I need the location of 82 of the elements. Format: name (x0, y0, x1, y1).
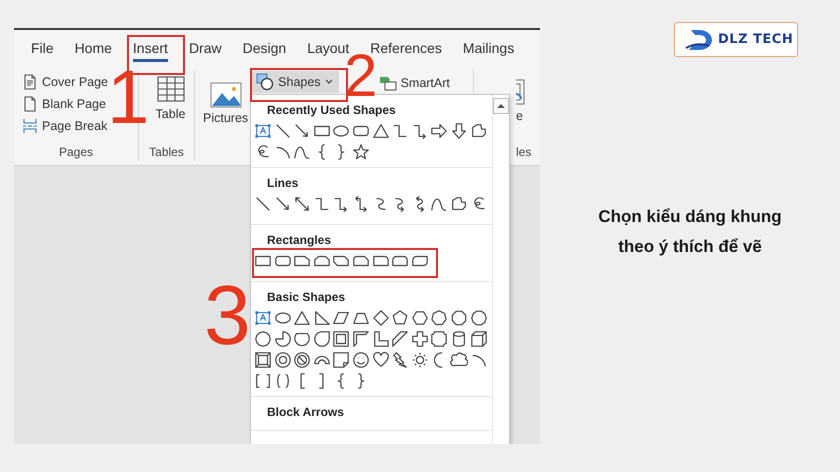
folded-corner-icon[interactable] (332, 351, 350, 369)
ribbon-tab[interactable]: Insert (132, 40, 168, 62)
bevel-icon[interactable] (254, 351, 272, 369)
shapes-icon (256, 73, 274, 91)
parallelogram-icon[interactable] (332, 309, 350, 327)
step-number: 3 (204, 284, 251, 346)
decagon-icon[interactable] (470, 309, 488, 327)
section-heading: Basic Shapes (266, 289, 346, 306)
smartart-button[interactable]: SmartArt (378, 75, 450, 91)
group-label: Pages (58, 145, 94, 161)
page-icon (22, 74, 38, 90)
triangle-icon[interactable] (293, 309, 312, 327)
cube-icon[interactable] (470, 330, 488, 348)
lightning-icon[interactable] (391, 351, 410, 369)
half-frame-icon[interactable] (352, 330, 370, 348)
block-arrow-right-icon[interactable] (430, 122, 448, 140)
ribbon-tab[interactable]: Home (74, 40, 112, 62)
arrow-icon[interactable] (274, 195, 292, 213)
sun-icon[interactable] (410, 351, 429, 369)
elbow-connector-icon[interactable] (391, 122, 410, 140)
hexagon-icon[interactable] (410, 309, 429, 327)
cross-icon[interactable] (410, 330, 429, 348)
l-shape-icon[interactable] (372, 330, 390, 348)
ribbon-tab[interactable]: File (31, 40, 54, 62)
heart-icon[interactable] (372, 351, 390, 369)
logo-text: DLZ TECH (718, 32, 794, 47)
text-box-icon[interactable] (254, 122, 272, 140)
ribbon-command[interactable]: Blank Page (22, 96, 108, 112)
freeform-icon[interactable] (450, 195, 468, 213)
pictures-button[interactable]: Pictures (201, 70, 250, 125)
table-icon (156, 74, 186, 104)
bracket-pair-icon[interactable] (254, 372, 272, 390)
smartart-icon (378, 75, 397, 91)
page-icon (22, 96, 38, 112)
no-symbol-icon[interactable] (293, 351, 312, 369)
section-heading: Rectangles (266, 232, 332, 249)
star-icon[interactable] (352, 143, 370, 161)
teardrop-icon[interactable] (312, 330, 331, 348)
text-box-icon[interactable] (254, 309, 272, 327)
group-label: les (516, 145, 532, 161)
ribbon-tab[interactable]: Design (242, 40, 286, 62)
plaque-icon[interactable] (430, 330, 448, 348)
donut-icon[interactable] (274, 351, 292, 369)
right-triangle-icon[interactable] (312, 309, 331, 327)
page-break-icon (22, 118, 38, 134)
group-label: Tables (148, 145, 185, 161)
diamond-icon[interactable] (372, 309, 390, 327)
smiley-icon[interactable] (352, 351, 370, 369)
frame-icon[interactable] (332, 330, 350, 348)
step-number: 1 (107, 70, 150, 126)
ribbon-command[interactable]: e (516, 109, 523, 123)
table-button[interactable]: Table (150, 70, 192, 145)
elbow-connector-icon[interactable] (312, 195, 331, 213)
chord-icon[interactable] (293, 330, 312, 348)
ribbon-command[interactable]: Cover Page (22, 74, 108, 90)
ribbon-command[interactable]: Page Break (22, 118, 108, 134)
pentagon-icon[interactable] (391, 309, 410, 327)
cloud-icon[interactable] (450, 351, 468, 369)
scroll-up-button[interactable] (492, 98, 509, 114)
line-icon[interactable] (274, 122, 292, 140)
ribbon-tab[interactable]: Mailings (462, 40, 514, 62)
triangle-icon[interactable] (372, 122, 390, 140)
ribbon-tab[interactable]: Draw (188, 40, 222, 62)
double-arrow-icon[interactable] (293, 195, 312, 213)
diagonal-stripe-icon[interactable] (391, 330, 410, 348)
caption-text: theo ý thích để vẽ (618, 237, 762, 257)
block-arrow-down-icon[interactable] (450, 122, 468, 140)
caption-text: Chọn kiểu dáng khung (598, 207, 782, 227)
section-heading: Recently Used Shapes (266, 102, 397, 119)
section-heading: Block Arrows (266, 404, 345, 421)
caret-up-icon (496, 103, 505, 109)
frame-icon (516, 78, 526, 106)
image-icon (210, 82, 242, 108)
freeform-icon[interactable] (470, 122, 488, 140)
section-heading: Lines (266, 175, 300, 192)
dodecagon-icon[interactable] (254, 330, 272, 348)
shapes-button[interactable]: Shapes (250, 71, 339, 93)
line-icon[interactable] (254, 195, 272, 213)
heptagon-icon[interactable] (430, 309, 448, 327)
pie-icon[interactable] (274, 330, 292, 348)
chevron-down-icon (324, 79, 333, 85)
octagon-icon[interactable] (450, 309, 468, 327)
